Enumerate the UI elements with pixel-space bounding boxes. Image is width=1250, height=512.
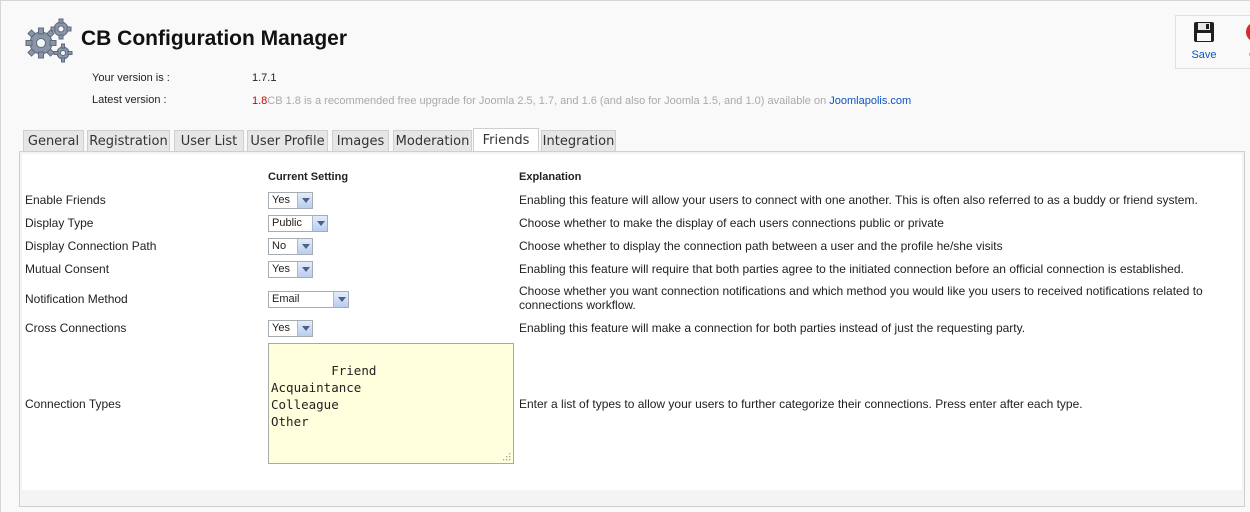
notification-method-label: Notification Method — [25, 292, 128, 306]
connection-types-label: Connection Types — [25, 397, 121, 411]
tab-friends[interactable]: Friends — [473, 128, 539, 153]
tab-images[interactable]: Images — [332, 130, 389, 152]
connection-types-value: Friend Acquaintance Colleague Other — [271, 363, 377, 429]
display-type-explanation: Choose whether to make the display of ea… — [519, 216, 944, 230]
chevron-down-icon — [312, 216, 327, 231]
save-button[interactable]: Save — [1180, 20, 1228, 61]
display-connection-path-explanation: Choose whether to display the connection… — [519, 239, 1003, 253]
mutual-consent-explanation: Enabling this feature will require that … — [519, 262, 1184, 276]
notification-method-select[interactable]: Email — [268, 291, 349, 308]
cross-connections-select[interactable]: Yes — [268, 320, 313, 337]
settings-table: Current Setting Explanation Enable Frien… — [22, 154, 1242, 490]
display-type-label: Display Type — [25, 216, 94, 230]
save-label: Save — [1191, 49, 1217, 61]
chevron-down-icon — [297, 321, 312, 336]
latest-version-value: 1.8 — [252, 95, 268, 107]
chevron-down-icon — [297, 262, 312, 277]
display-connection-path-select[interactable]: No — [268, 238, 313, 255]
display-connection-path-label: Display Connection Path — [25, 239, 157, 253]
chevron-down-icon — [333, 292, 348, 307]
latest-version-info: 1.8CB 1.8 is a recommended free upgrade … — [252, 95, 911, 107]
current-setting-header: Current Setting — [268, 171, 349, 183]
tab-integration[interactable]: Integration — [541, 130, 616, 152]
cross-connections-value: Yes — [272, 322, 290, 334]
tab-moderation[interactable]: Moderation — [393, 130, 472, 152]
cancel-icon — [1246, 24, 1250, 40]
latest-version-label: Latest version : — [92, 94, 167, 106]
display-type-select[interactable]: Public — [268, 215, 328, 232]
enable-friends-value: Yes — [272, 194, 290, 206]
cancel-button[interactable]: Ca — [1232, 20, 1250, 61]
explanation-header: Explanation — [519, 171, 582, 183]
settings-panel: Current Setting Explanation Enable Frien… — [19, 151, 1245, 507]
page: CB Configuration Manager Save Ca Your ve… — [0, 0, 1250, 512]
chevron-down-icon — [297, 239, 312, 254]
page-title: CB Configuration Manager — [81, 27, 347, 50]
mutual-consent-select[interactable]: Yes — [268, 261, 313, 278]
tab-user-profile[interactable]: User Profile — [247, 130, 328, 152]
enable-friends-explanation: Enabling this feature will allow your us… — [519, 193, 1198, 207]
connection-types-textarea[interactable]: Friend Acquaintance Colleague Other — [268, 343, 514, 464]
floppy-disk-icon — [1194, 22, 1214, 42]
notification-method-explanation: Choose whether you want connection notif… — [519, 284, 1203, 312]
notification-method-value: Email — [272, 293, 300, 305]
your-version-value: 1.7.1 — [252, 72, 277, 84]
mutual-consent-value: Yes — [272, 263, 290, 275]
gears-icon — [25, 18, 73, 63]
joomlapolis-link[interactable]: Joomlapolis.com — [829, 95, 911, 107]
enable-friends-select[interactable]: Yes — [268, 192, 313, 209]
toolbar: Save Ca — [1175, 15, 1250, 69]
latest-version-message: CB 1.8 is a recommended free upgrade for… — [267, 95, 830, 107]
tab-user-list[interactable]: User List — [174, 130, 244, 152]
cross-connections-label: Cross Connections — [25, 321, 127, 335]
enable-friends-label: Enable Friends — [25, 193, 106, 207]
display-type-value: Public — [272, 217, 302, 229]
tab-general[interactable]: General — [23, 130, 84, 152]
cancel-label: Ca — [1232, 49, 1250, 61]
tab-registration[interactable]: Registration — [87, 130, 170, 152]
resize-grip-icon[interactable] — [502, 452, 511, 461]
cross-connections-explanation: Enabling this feature will make a connec… — [519, 321, 1026, 335]
your-version-label: Your version is : — [92, 72, 170, 84]
chevron-down-icon — [297, 193, 312, 208]
mutual-consent-label: Mutual Consent — [25, 262, 110, 276]
connection-types-explanation: Enter a list of types to allow your user… — [519, 397, 1083, 411]
display-connection-path-value: No — [272, 240, 287, 252]
